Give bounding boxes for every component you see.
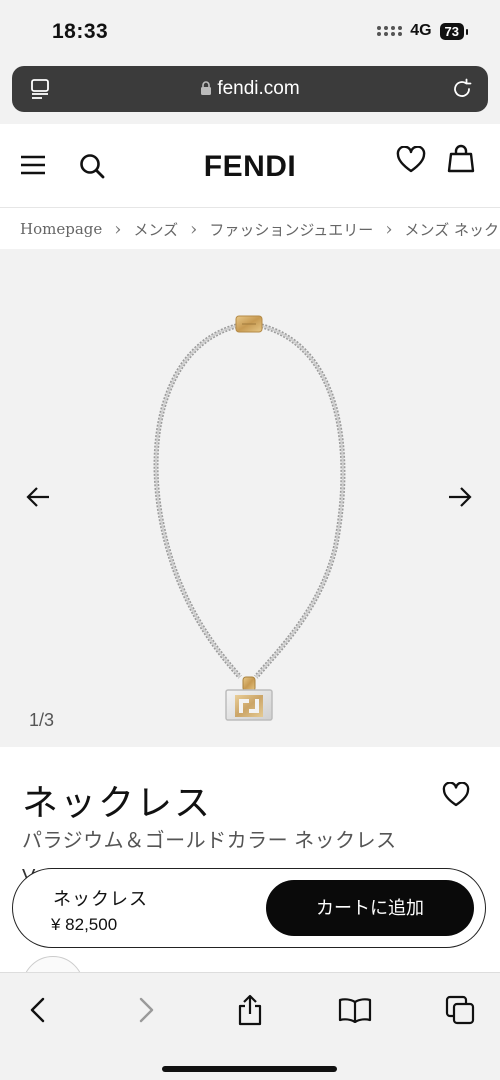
arrow-right-icon[interactable] <box>448 486 472 508</box>
bookmarks-button[interactable] <box>338 993 372 1027</box>
address-bar[interactable]: fendi.com <box>12 66 488 112</box>
arrow-left-icon[interactable] <box>26 486 50 508</box>
share-button[interactable] <box>233 993 267 1027</box>
book-icon <box>338 998 372 1023</box>
chevron-right-icon: › <box>190 218 198 240</box>
breadcrumb-item[interactable]: ファッションジュエリー <box>209 219 373 240</box>
site-header: FENDI <box>0 124 500 208</box>
chevron-right-icon <box>139 997 154 1023</box>
tabs-button[interactable] <box>443 993 477 1027</box>
breadcrumb-item[interactable]: Homepage <box>20 220 102 238</box>
tabs-icon <box>445 995 475 1025</box>
back-button[interactable] <box>21 993 55 1027</box>
reload-icon[interactable] <box>450 77 474 101</box>
sticky-cart-bar: ネックレス ¥ 82,500 カートに追加 <box>12 868 486 948</box>
home-indicator <box>162 1066 337 1072</box>
forward-button[interactable] <box>129 993 163 1027</box>
cart-bar-price: ¥ 82,500 <box>51 915 118 934</box>
chevron-right-icon: › <box>385 218 393 240</box>
product-title: ネックレス <box>22 783 213 824</box>
signal-icon <box>377 26 403 36</box>
gallery-counter: 1/3 <box>29 710 55 730</box>
status-indicators: 4G 73 <box>377 22 469 40</box>
share-icon <box>238 994 262 1026</box>
cart-bar-product-name: ネックレス <box>53 889 148 909</box>
network-type: 4G <box>410 22 432 39</box>
product-subtitle: パラジウム＆ゴールドカラー ネックレス <box>22 830 397 852</box>
shopping-bag-icon[interactable] <box>447 144 475 174</box>
battery-icon: 73 <box>439 22 469 40</box>
product-gallery[interactable]: 1/3 <box>0 249 500 747</box>
breadcrumb-item[interactable]: メンズ ネックレス <box>405 219 500 240</box>
wishlist-icon[interactable] <box>396 146 426 174</box>
breadcrumb: Homepage › メンズ › ファッションジュエリー › メンズ ネックレス <box>0 209 500 249</box>
heart-icon[interactable] <box>442 782 470 808</box>
url-text: fendi.com <box>217 78 300 99</box>
add-to-cart-button[interactable]: カートに追加 <box>266 880 474 936</box>
chevron-left-icon <box>30 997 45 1023</box>
product-image <box>153 315 346 721</box>
breadcrumb-item[interactable]: メンズ <box>133 219 178 240</box>
status-bar: 18:33 4G 73 <box>0 0 500 60</box>
browser-toolbar <box>0 972 500 1080</box>
browser-address-area: fendi.com <box>0 60 500 124</box>
status-time: 18:33 <box>52 20 109 43</box>
chevron-right-icon: › <box>114 218 122 240</box>
lock-icon <box>201 81 212 95</box>
